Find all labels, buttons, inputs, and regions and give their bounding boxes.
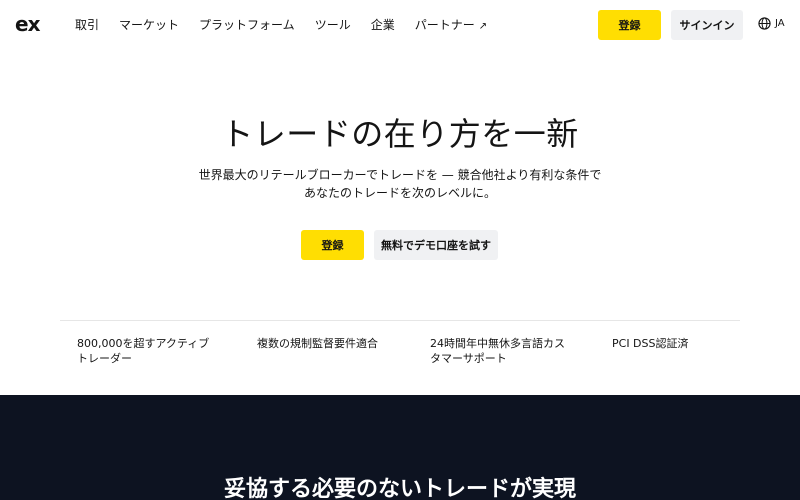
demo-account-button[interactable]: 無料でデモ口座を試す bbox=[374, 230, 498, 260]
nav-item-markets[interactable]: マーケット bbox=[119, 17, 179, 35]
hero-register-button[interactable]: 登録 bbox=[301, 230, 364, 260]
nav-item-label: 企業 bbox=[370, 18, 395, 32]
nav-item-label: プラットフォーム bbox=[199, 18, 295, 32]
header-register-button[interactable]: 登録 bbox=[598, 10, 661, 40]
language-selector[interactable]: JA bbox=[758, 17, 785, 30]
nav-item-trading[interactable]: 取引 bbox=[75, 17, 99, 35]
nav-item-company[interactable]: 企業 bbox=[371, 17, 395, 35]
feature-support: 24時間年中無休多言語カスタマーサポート bbox=[430, 337, 565, 365]
dark-section: 妥協する必要のないトレードが実現 bbox=[0, 395, 800, 500]
language-label: JA bbox=[775, 18, 785, 29]
nav-item-label: パートナー bbox=[414, 18, 475, 32]
page: ex 取引 マーケット プラットフォーム ツール 企業 パートナー ↗ 登録 サイ… bbox=[0, 0, 800, 500]
feature-pci-dss: PCI DSS認証済 bbox=[612, 337, 689, 350]
section-title: 妥協する必要のないトレードが実現 bbox=[223, 477, 576, 500]
nav-item-label: 取引 bbox=[75, 18, 100, 32]
external-link-icon: ↗ bbox=[478, 21, 488, 32]
signin-button[interactable]: サインイン bbox=[671, 10, 743, 40]
hero-subtitle: 世界最大のリテールブローカーでトレードを — 競合他社より有利な条件であなたのト… bbox=[198, 168, 602, 200]
hero-title: トレードの在り方を一新 bbox=[221, 115, 579, 153]
nav-item-tools[interactable]: ツール bbox=[315, 17, 351, 35]
feature-regulation: 複数の規制監督要件適合 bbox=[257, 337, 378, 350]
nav-item-platforms[interactable]: プラットフォーム bbox=[199, 17, 295, 35]
nav-item-label: ツール bbox=[314, 18, 351, 32]
main-nav: 取引 マーケット プラットフォーム ツール 企業 パートナー ↗ bbox=[75, 17, 507, 35]
feature-active-traders: 800,000を超すアクティブトレーダー bbox=[77, 337, 210, 365]
features-divider bbox=[60, 320, 740, 321]
exness-logo[interactable]: ex bbox=[15, 13, 40, 35]
nav-item-partners[interactable]: パートナー ↗ bbox=[415, 17, 487, 35]
nav-item-label: マーケット bbox=[119, 18, 180, 32]
globe-icon bbox=[758, 17, 771, 30]
site-header: ex 取引 マーケット プラットフォーム ツール 企業 パートナー ↗ 登録 サイ… bbox=[0, 0, 800, 50]
